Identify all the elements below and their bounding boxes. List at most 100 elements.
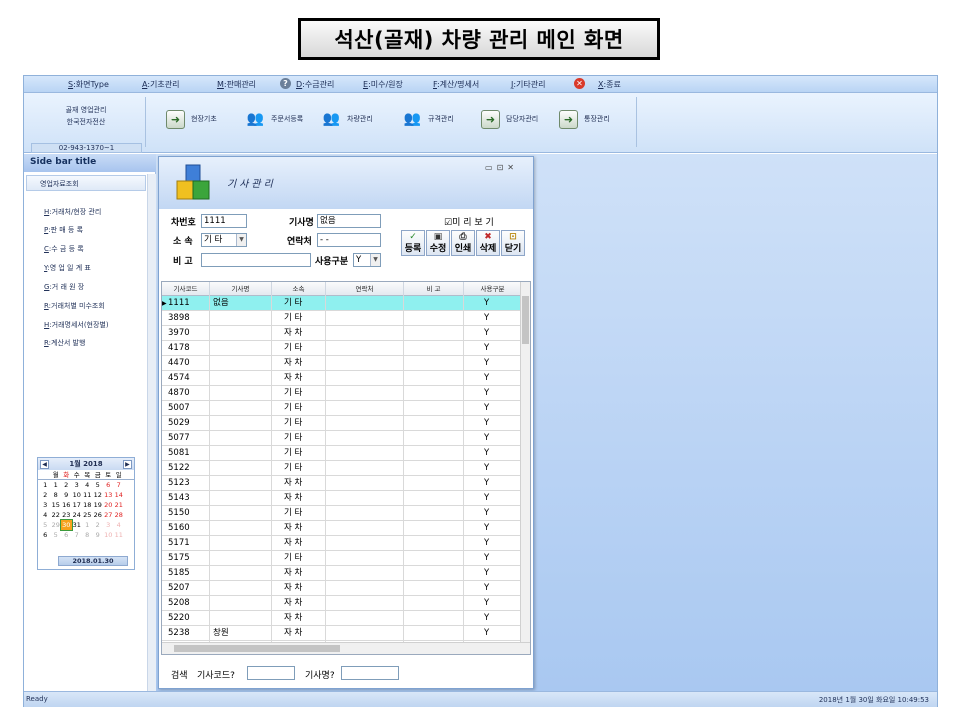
calendar-day[interactable]: 10	[72, 490, 83, 500]
calendar-day[interactable]: 2	[93, 520, 104, 530]
menu-basic-mgmt[interactable]: A:기초관리	[142, 78, 179, 91]
edit-button[interactable]: ▣ 수정	[426, 230, 450, 256]
table-row[interactable]: 4574 자 차 Y	[162, 371, 522, 386]
register-button[interactable]: ✓ 등록	[401, 230, 425, 256]
sidebar-item-sales-register[interactable]: P:판 매 등 록	[44, 225, 83, 235]
table-row[interactable]: 5171 자 차 Y	[162, 536, 522, 551]
minimize-icon[interactable]: ▭	[485, 163, 497, 172]
calendar-day[interactable]: 29	[51, 520, 62, 530]
calendar-day[interactable]: 8	[51, 490, 62, 500]
close-icon[interactable]: ✕	[507, 163, 518, 172]
calendar-prev-button[interactable]: ◀	[40, 459, 49, 469]
calendar-day[interactable]: 17	[72, 500, 83, 510]
calendar-day[interactable]: 2	[61, 480, 72, 490]
table-row[interactable]: 5185 자 차 Y	[162, 566, 522, 581]
grid-vertical-scrollbar[interactable]	[520, 282, 530, 642]
table-row[interactable]: 5150 기 타 Y	[162, 506, 522, 521]
menu-invoice-statement[interactable]: F:계산/명세서	[433, 78, 479, 91]
column-header-code[interactable]: 기사코드	[162, 282, 210, 296]
table-row[interactable]: 3898 기 타 Y	[162, 311, 522, 326]
calendar-next-button[interactable]: ▶	[122, 459, 132, 469]
menu-other-mgmt[interactable]: J:기타관리	[511, 78, 546, 91]
column-header-note[interactable]: 비 고	[404, 282, 464, 296]
scroll-thumb[interactable]	[522, 296, 529, 344]
close-button[interactable]: ⊡ 닫기	[501, 230, 525, 256]
column-header-contact[interactable]: 연락처	[326, 282, 404, 296]
calendar-day[interactable]: 4	[82, 480, 93, 490]
search-name-input[interactable]	[341, 666, 399, 680]
sidebar-item-daily-report[interactable]: Y:영 업 일 계 표	[44, 263, 91, 273]
calendar-day[interactable]: 26	[93, 510, 104, 520]
table-row[interactable]: 5143 자 차 Y	[162, 491, 522, 506]
menu-receivable-ledger[interactable]: E:미수/원장	[363, 78, 403, 91]
table-row[interactable]: 4470 자 차 Y	[162, 356, 522, 371]
calendar-day[interactable]: 3	[103, 520, 114, 530]
order-register-button[interactable]: 👥 주문서등록	[246, 109, 303, 129]
table-row[interactable]: 1111 없음 기 타 Y ▶	[162, 296, 522, 311]
print-button[interactable]: ⎙ 인쇄	[451, 230, 475, 256]
note-input[interactable]	[201, 253, 311, 267]
calendar-day[interactable]: 3	[72, 480, 83, 490]
sidebar-item-collection-register[interactable]: C:수 금 등 록	[44, 244, 84, 254]
calendar-day[interactable]: 31	[72, 520, 83, 530]
scroll-thumb[interactable]	[174, 645, 340, 652]
spec-mgmt-button[interactable]: 👥 규격관리	[403, 109, 454, 129]
calendar-day[interactable]: 6	[103, 480, 114, 490]
table-row[interactable]: 5122 기 타 Y	[162, 461, 522, 476]
table-row[interactable]: 4178 기 타 Y	[162, 341, 522, 356]
search-code-input[interactable]	[247, 666, 295, 680]
menu-sales-mgmt[interactable]: M:판매관리	[217, 78, 256, 91]
menu-screen-type[interactable]: S:화면Type	[68, 78, 109, 91]
menu-exit[interactable]: X:종료	[598, 78, 621, 91]
calendar-day[interactable]: 13	[103, 490, 114, 500]
calendar-day[interactable]: 1	[51, 480, 62, 490]
calendar-day[interactable]: 8	[82, 530, 93, 540]
table-row[interactable]: 5077 기 타 Y	[162, 431, 522, 446]
calendar-day[interactable]: 10	[103, 530, 114, 540]
table-row[interactable]: 5081 기 타 Y	[162, 446, 522, 461]
calendar-day[interactable]: 12	[93, 490, 104, 500]
table-row[interactable]: 5220 자 차 Y	[162, 611, 522, 626]
column-header-name[interactable]: 기사명	[210, 282, 272, 296]
calendar-day[interactable]: 18	[82, 500, 93, 510]
sidebar-group-header[interactable]: 영업자료조회	[26, 175, 146, 191]
site-basic-button[interactable]: ➜ 현장기초	[166, 109, 217, 129]
sidebar-item-invoice-issue[interactable]: R:계산서 발행	[44, 338, 85, 348]
grid-horizontal-scrollbar[interactable]	[162, 642, 530, 654]
sidebar-scrollbar[interactable]	[147, 174, 156, 691]
calendar-day[interactable]: 28	[114, 510, 125, 520]
calendar-day[interactable]: 24	[72, 510, 83, 520]
table-row[interactable]: 5029 기 타 Y	[162, 416, 522, 431]
car-no-input[interactable]: 1111	[201, 214, 247, 228]
calendar-day[interactable]: 27	[103, 510, 114, 520]
calendar-day[interactable]: 7	[72, 530, 83, 540]
table-row[interactable]: 5123 자 차 Y	[162, 476, 522, 491]
affiliation-select[interactable]: 기 타 ▼	[201, 233, 247, 247]
column-header-affiliation[interactable]: 소속	[272, 282, 326, 296]
sidebar-item-statement-by-site[interactable]: H:거래명세서(현장별)	[44, 320, 109, 330]
calendar-day[interactable]: 21	[114, 500, 125, 510]
vehicle-mgmt-button[interactable]: 👥 차량관리	[322, 109, 373, 129]
use-type-select[interactable]: Y ▼	[353, 253, 381, 267]
calendar-day[interactable]: 11	[114, 530, 125, 540]
preview-checkbox[interactable]: ☑미 리 보 기	[444, 215, 494, 228]
table-row[interactable]: 5007 기 타 Y	[162, 401, 522, 416]
calendar-day[interactable]: 25	[82, 510, 93, 520]
menu-collection-mgmt[interactable]: D:수금관리	[296, 78, 334, 91]
delete-button[interactable]: ✖ 삭제	[476, 230, 500, 256]
table-row[interactable]: 4870 기 타 Y	[162, 386, 522, 401]
calendar-day-today[interactable]: 30	[60, 519, 73, 531]
calendar-day[interactable]: 23	[61, 510, 72, 520]
sidebar-item-ledger[interactable]: G:거 래 원 장	[44, 282, 84, 292]
table-row[interactable]: 3970 자 차 Y	[162, 326, 522, 341]
calendar-day[interactable]: 1	[82, 520, 93, 530]
calendar-day[interactable]: 20	[103, 500, 114, 510]
calendar-day[interactable]: 9	[61, 490, 72, 500]
table-row[interactable]: 5207 자 차 Y	[162, 581, 522, 596]
restore-icon[interactable]: ⊡	[497, 163, 508, 172]
calendar-day[interactable]: 4	[114, 520, 125, 530]
calendar-day[interactable]: 15	[51, 500, 62, 510]
sidebar-item-receivables[interactable]: R:거래처별 미수조회	[44, 301, 105, 311]
table-row[interactable]: 5175 기 타 Y	[162, 551, 522, 566]
calendar-day[interactable]: 5	[93, 480, 104, 490]
